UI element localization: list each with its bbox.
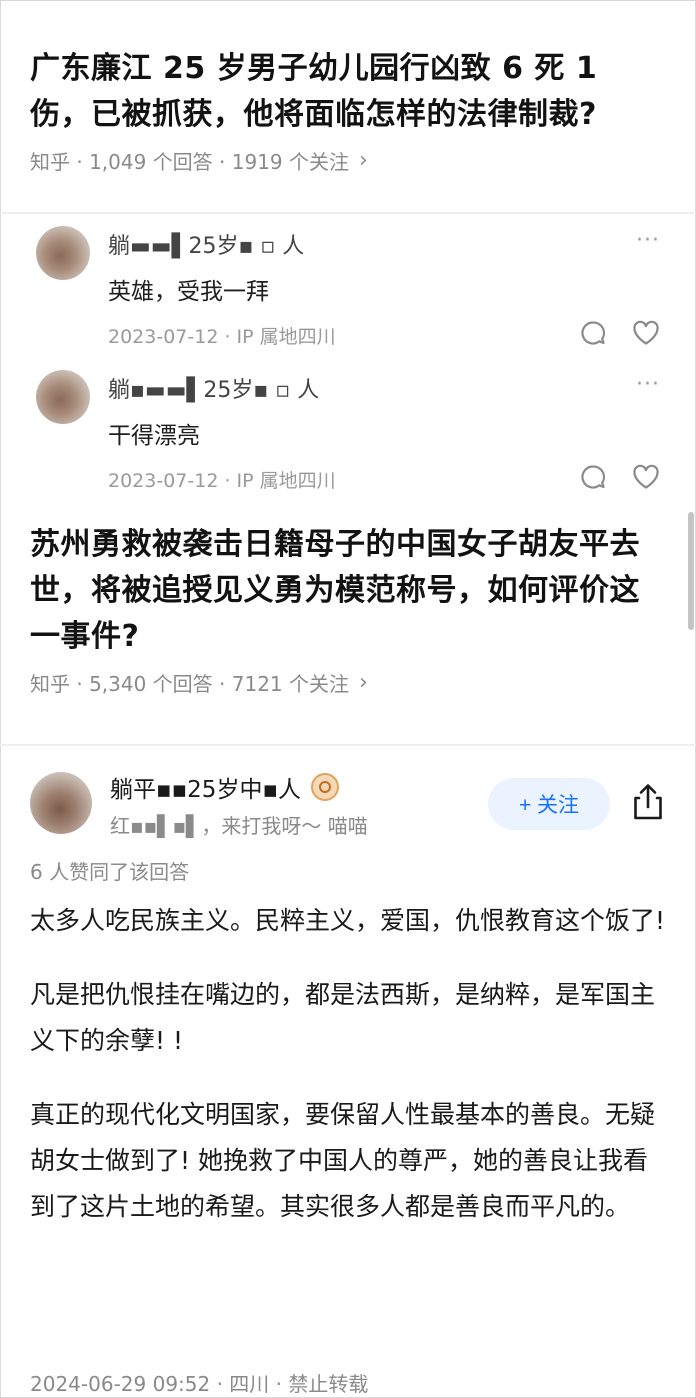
answer-footer: 2024-06-29 09:52 · 四川 · 禁止转载: [30, 1372, 369, 1396]
question-meta: 知乎 · 1,049 个回答 · 1919 个关注 ›: [30, 146, 666, 175]
answer-body: 太多人吃民族主义。民粹主义，爱国，仇恨教育这个饭了! 凡是把仇恨挂在嘴边的，都是…: [30, 898, 668, 1258]
creator-badge-icon: [311, 773, 340, 801]
heart-icon[interactable]: [632, 464, 660, 490]
heart-icon[interactable]: [632, 320, 660, 346]
question-card-2[interactable]: 苏州勇救被袭击日籍母子的中国女子胡友平去世，将被追授见义勇为模范称号，如何评价这…: [30, 522, 666, 697]
question-card-1[interactable]: 广东廉江 25 岁男子幼儿园行凶致 6 死 1 伤，已被抓获，他将面临怎样的法律…: [30, 46, 666, 175]
share-icon[interactable]: [630, 782, 666, 822]
more-dots-icon[interactable]: ···: [636, 228, 660, 253]
follow-button[interactable]: + 关注: [488, 778, 610, 830]
chevron-right-icon[interactable]: ›: [359, 148, 368, 173]
question-meta: 知乎 · 5,340 个回答 · 7121 个关注 ›: [30, 668, 666, 697]
question-meta-text: 知乎 · 1,049 个回答 · 1919 个关注: [30, 150, 350, 174]
avatar[interactable]: [36, 370, 90, 424]
question-title[interactable]: 苏州勇救被袭击日籍母子的中国女子胡友平去世，将被追授见义勇为模范称号，如何评价这…: [30, 522, 666, 660]
comment-date: 2023-07-12 · IP 属地四川: [108, 470, 336, 492]
question-title[interactable]: 广东廉江 25 岁男子幼儿园行凶致 6 死 1 伤，已被抓获，他将面临怎样的法律…: [30, 46, 666, 138]
comment-text: 干得漂亮: [108, 423, 200, 449]
upvote-count: 6 人赞同了该回答: [30, 860, 190, 884]
comment-date: 2023-07-12 · IP 属地四川: [108, 326, 336, 348]
comment-item: 躺▬▬▌25岁▪ ▫ 人 ··· 英雄，受我一拜 2023-07-12 · IP…: [36, 226, 660, 356]
answer-paragraph: 凡是把仇恨挂在嘴边的，都是法西斯，是纳粹，是军国主义下的余孽! !: [30, 980, 656, 1055]
chevron-right-icon[interactable]: ›: [359, 670, 368, 695]
question-meta-text: 知乎 · 5,340 个回答 · 7121 个关注: [30, 672, 350, 696]
answer-paragraph: 真正的现代化文明国家，要保留人性最基本的善良。无疑胡女士做到了! 她挽救了中国人…: [30, 1100, 656, 1221]
reply-bubble-icon[interactable]: [580, 320, 606, 346]
author-name-row: 躺平▪▪25岁中▪人: [110, 770, 340, 804]
scrollbar[interactable]: [688, 512, 694, 630]
divider: [0, 212, 696, 214]
more-dots-icon[interactable]: ···: [636, 372, 660, 397]
answer-author-header: 躺平▪▪25岁中▪人 红▪▪▌▪▌，来打我呀～ 喵喵 + 关注: [30, 770, 666, 850]
answer-paragraph: 太多人吃民族主义。民粹主义，爱国，仇恨教育这个饭了!: [30, 906, 666, 935]
avatar[interactable]: [36, 226, 90, 280]
comment-item: 躺▪▬▬▌25岁▪ ▫ 人 ··· 干得漂亮 2023-07-12 · IP 属…: [36, 370, 660, 500]
divider: [0, 744, 696, 746]
avatar[interactable]: [30, 772, 92, 834]
author-bio: 红▪▪▌▪▌，来打我呀～ 喵喵: [110, 814, 368, 838]
author-name[interactable]: 躺平▪▪25岁中▪人: [110, 770, 301, 804]
reply-bubble-icon[interactable]: [580, 464, 606, 490]
comment-author[interactable]: 躺▪▬▬▌25岁▪ ▫ 人: [108, 372, 319, 404]
comment-text: 英雄，受我一拜: [108, 279, 269, 305]
comment-author[interactable]: 躺▬▬▌25岁▪ ▫ 人: [108, 228, 304, 260]
